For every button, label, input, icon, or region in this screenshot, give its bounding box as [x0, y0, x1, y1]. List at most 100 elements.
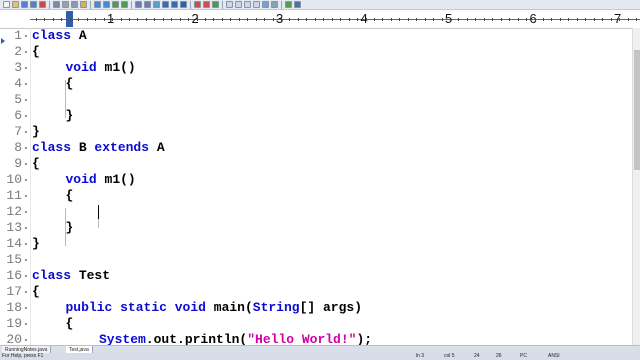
vertical-scrollbar[interactable]	[632, 28, 640, 346]
keyword-token: System	[99, 332, 146, 346]
gutter-dot	[25, 35, 27, 37]
keyword-token: String	[252, 300, 300, 315]
code-line[interactable]: {	[66, 188, 74, 204]
code-line[interactable]: {	[32, 156, 40, 172]
ruler-number: 7	[614, 11, 622, 26]
macro-icon[interactable]	[194, 1, 201, 8]
status-line: ln 3	[416, 353, 425, 359]
line-number: 20	[6, 332, 22, 346]
text-caret	[98, 205, 99, 219]
ruler-tick	[551, 18, 552, 21]
code-token: B	[71, 140, 95, 155]
ruler-tick	[543, 18, 544, 21]
status-value-1: 24	[474, 353, 480, 359]
ruler-tick	[61, 18, 62, 21]
indent-guide	[65, 80, 66, 118]
scrollbar-thumb[interactable]	[634, 50, 640, 170]
code-token: }	[65, 108, 74, 123]
code-line[interactable]: {	[32, 44, 40, 60]
ruler-tick	[298, 18, 299, 21]
code-line[interactable]: }	[66, 220, 74, 236]
ruler-tick	[256, 18, 257, 21]
undo-icon[interactable]	[94, 1, 101, 8]
code-token: {	[65, 316, 74, 331]
new-file-icon[interactable]	[3, 1, 10, 8]
view-2-icon[interactable]	[235, 1, 242, 8]
line-number: 3	[14, 60, 22, 75]
code-line[interactable]: class A	[32, 28, 87, 44]
gutter-dot	[25, 323, 27, 325]
doc-map-icon[interactable]	[262, 1, 269, 8]
ruler-tick	[154, 18, 155, 21]
ruler-tick	[636, 18, 637, 21]
redo-icon[interactable]	[103, 1, 110, 8]
code-token: Test	[71, 268, 111, 283]
ruler-tick	[484, 18, 485, 21]
monitor-icon[interactable]	[271, 1, 278, 8]
ruler-tick	[137, 18, 138, 21]
ruler-tick	[611, 18, 612, 21]
view-1-icon[interactable]	[226, 1, 233, 8]
find-icon[interactable]	[112, 1, 119, 8]
gutter-dot	[25, 275, 27, 277]
code-line[interactable]: {	[32, 284, 40, 300]
gutter-dot	[25, 99, 27, 101]
record-icon[interactable]	[203, 1, 210, 8]
code-token: m1()	[96, 60, 136, 75]
run-icon[interactable]	[285, 1, 292, 8]
ruler: 1234567	[0, 11, 640, 29]
ruler-tick	[78, 18, 79, 21]
ruler-tick	[585, 18, 586, 21]
keyword-token: void	[65, 172, 97, 187]
ruler-tick	[357, 18, 358, 21]
toolbar-separator	[90, 0, 91, 9]
replace-icon[interactable]	[121, 1, 128, 8]
code-editor[interactable]: 1 class A 2{3 void m1() 4{5 6} 7} 8 class B exte…	[0, 28, 632, 346]
code-line[interactable]: class Test	[32, 268, 110, 284]
wrap-icon[interactable]	[162, 1, 169, 8]
code-line[interactable]: void m1()	[66, 172, 136, 188]
view-4-icon[interactable]	[253, 1, 260, 8]
indent-icon[interactable]	[171, 1, 178, 8]
code-line[interactable]: System.out.println("Hello World!");	[99, 332, 372, 346]
print-icon[interactable]	[53, 1, 60, 8]
zoom-out-icon[interactable]	[144, 1, 151, 8]
save-all-icon[interactable]	[30, 1, 37, 8]
ruler-tick	[509, 18, 510, 21]
save-icon[interactable]	[21, 1, 28, 8]
gutter-dot	[25, 243, 27, 245]
ruler-tick	[442, 18, 443, 21]
gutter-dot	[25, 291, 27, 293]
code-token: }	[32, 236, 40, 251]
code-line[interactable]: void m1()	[66, 60, 136, 76]
help-icon[interactable]	[294, 1, 301, 8]
keyword-token: public	[65, 300, 113, 315]
open-file-icon[interactable]	[12, 1, 19, 8]
bookmark-icon[interactable]	[180, 1, 187, 8]
ruler-tick	[349, 18, 350, 21]
line-number: 4	[14, 76, 22, 91]
code-line[interactable]: }	[32, 236, 40, 252]
code-line[interactable]: }	[32, 124, 40, 140]
code-line[interactable]: {	[66, 316, 74, 332]
ruler-tick	[36, 18, 37, 21]
line-number: 5	[14, 92, 22, 107]
close-icon[interactable]	[39, 1, 46, 8]
code-line[interactable]: class B extends A	[32, 140, 165, 156]
sync-icon[interactable]	[153, 1, 160, 8]
code-line[interactable]: public static void main(String[] args)	[66, 300, 363, 316]
zoom-in-icon[interactable]	[135, 1, 142, 8]
line-number: 8	[14, 140, 22, 155]
play-icon[interactable]	[212, 1, 219, 8]
toolbar-separator	[131, 0, 132, 9]
copy-icon[interactable]	[71, 1, 78, 8]
view-3-icon[interactable]	[244, 1, 251, 8]
keyword-token: class	[32, 268, 72, 283]
keyword-token: extends	[94, 140, 150, 155]
indent-guide	[65, 208, 66, 246]
code-line[interactable]: }	[66, 108, 74, 124]
cut-icon[interactable]	[62, 1, 69, 8]
code-line[interactable]: {	[66, 76, 74, 92]
paste-icon[interactable]	[80, 1, 87, 8]
ruler-tick	[273, 18, 274, 21]
